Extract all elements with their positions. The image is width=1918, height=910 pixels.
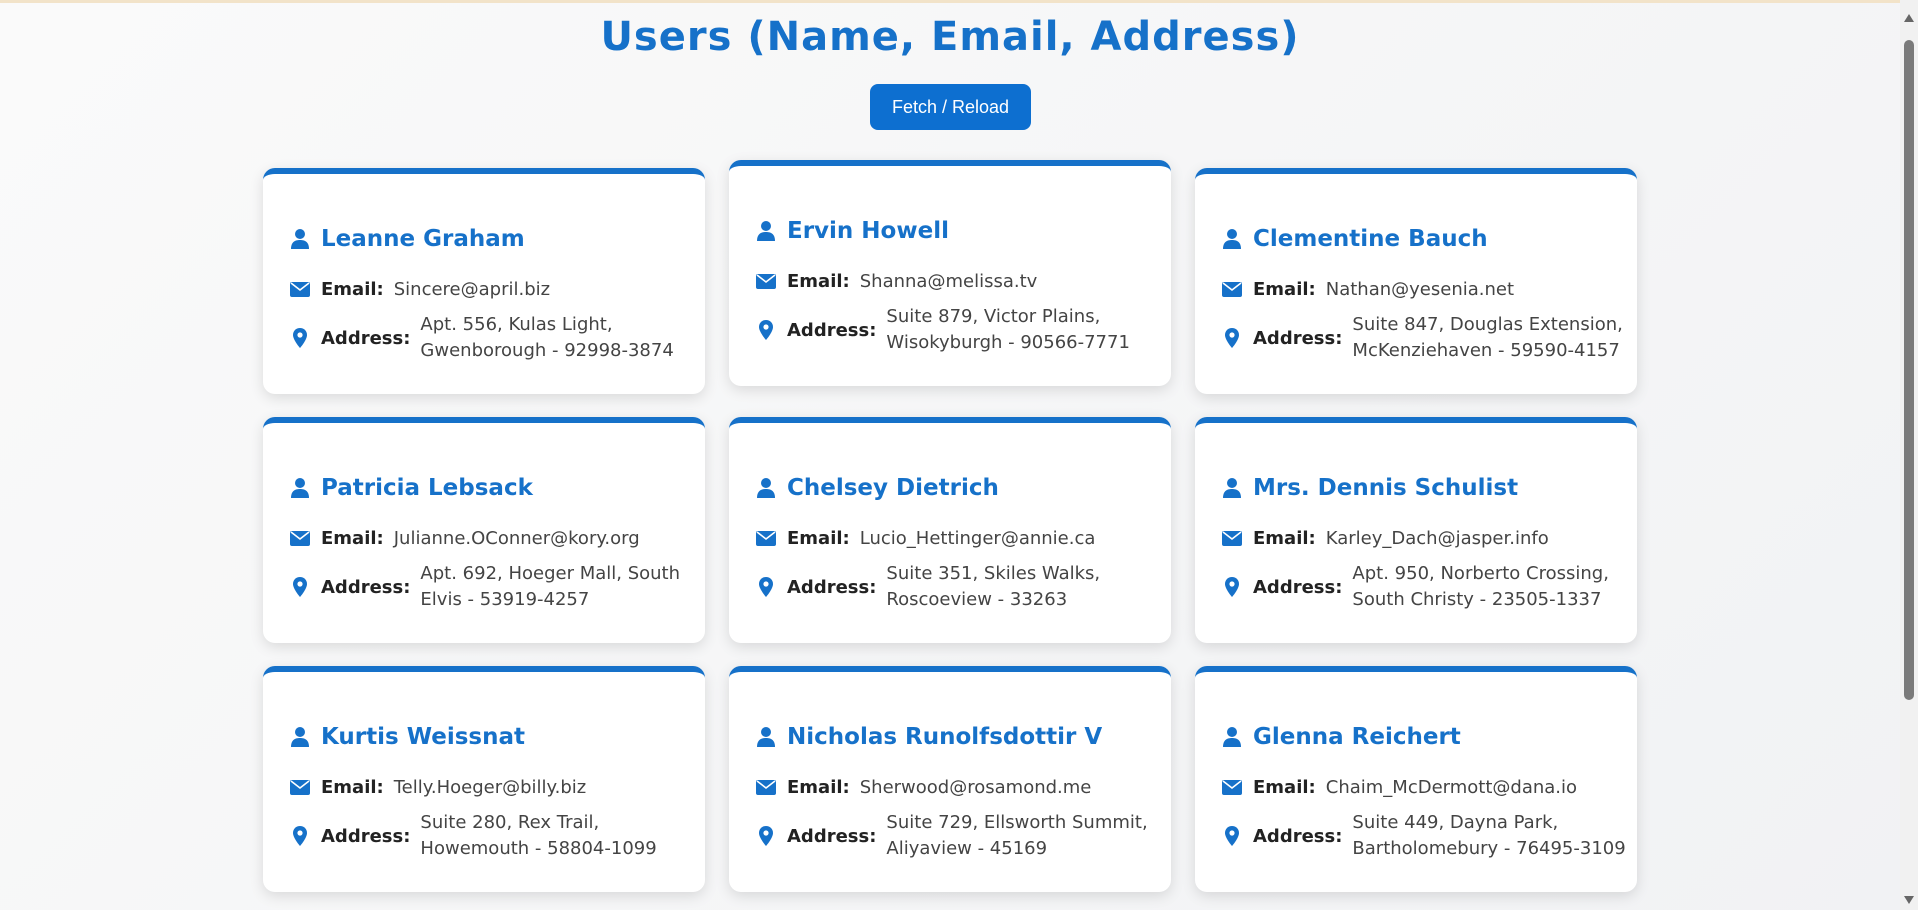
user-email: Lucio_Hettinger@annie.ca <box>859 527 1096 549</box>
address-label: Address: <box>787 576 877 598</box>
envelope-icon <box>289 527 311 549</box>
email-label: Email: <box>321 527 384 549</box>
person-icon <box>755 477 777 499</box>
user-email: Sincere@april.biz <box>393 278 551 300</box>
map-pin-icon <box>1221 576 1243 598</box>
envelope-icon <box>755 270 777 292</box>
person-icon <box>755 220 777 242</box>
envelope-icon <box>1221 776 1243 798</box>
address-label: Address: <box>321 327 411 349</box>
person-icon <box>289 228 311 250</box>
scroll-down-arrow-icon[interactable] <box>1904 896 1914 904</box>
user-address: Suite 351, Skiles Walks, Roscoeview - 33… <box>886 563 1101 610</box>
email-label: Email: <box>787 776 850 798</box>
user-name: Chelsey Dietrich <box>787 475 999 501</box>
person-icon <box>1221 726 1243 748</box>
address-label: Address: <box>1253 825 1343 847</box>
user-address: Suite 280, Rex Trail, Howemouth - 58804-… <box>420 812 657 859</box>
user-name: Patricia Lebsack <box>321 475 533 501</box>
fetch-reload-button[interactable]: Fetch / Reload <box>870 84 1031 130</box>
person-icon <box>1221 477 1243 499</box>
scroll-up-arrow-icon[interactable] <box>1904 14 1914 22</box>
user-address: Apt. 556, Kulas Light, Gwenborough - 929… <box>420 314 674 361</box>
user-email: Nathan@yesenia.net <box>1325 278 1515 300</box>
user-card: Ervin Howell Email: Shanna@melissa.tv Ad… <box>729 160 1171 386</box>
address-label: Address: <box>787 319 877 341</box>
map-pin-icon <box>755 319 777 341</box>
person-icon <box>1221 228 1243 250</box>
page-title: Users (Name, Email, Address) <box>600 14 1300 60</box>
map-pin-icon <box>289 327 311 349</box>
user-name: Mrs. Dennis Schulist <box>1253 475 1519 501</box>
envelope-icon <box>289 278 311 300</box>
user-name: Clementine Bauch <box>1253 226 1488 252</box>
user-address: Suite 847, Douglas Extension, McKenzieha… <box>1352 314 1623 361</box>
map-pin-icon <box>289 825 311 847</box>
user-card: Kurtis Weissnat Email: Telly.Hoeger@bill… <box>263 666 705 892</box>
user-email: Sherwood@rosamond.me <box>859 776 1092 798</box>
user-name: Nicholas Runolfsdottir V <box>787 724 1103 750</box>
email-label: Email: <box>321 278 384 300</box>
email-label: Email: <box>1253 776 1316 798</box>
scrollbar-thumb[interactable] <box>1904 40 1914 700</box>
map-pin-icon <box>1221 327 1243 349</box>
user-name: Leanne Graham <box>321 226 525 252</box>
person-icon <box>755 726 777 748</box>
envelope-icon <box>1221 527 1243 549</box>
address-label: Address: <box>1253 327 1343 349</box>
address-label: Address: <box>321 825 411 847</box>
email-label: Email: <box>1253 278 1316 300</box>
address-label: Address: <box>787 825 877 847</box>
email-label: Email: <box>787 527 850 549</box>
envelope-icon <box>1221 278 1243 300</box>
map-pin-icon <box>1221 825 1243 847</box>
map-pin-icon <box>755 825 777 847</box>
page: Users (Name, Email, Address) Fetch / Rel… <box>0 0 1900 910</box>
user-name: Kurtis Weissnat <box>321 724 526 750</box>
user-address: Apt. 950, Norberto Crossing, South Chris… <box>1352 563 1609 610</box>
user-card: Glenna Reichert Email: Chaim_McDermott@d… <box>1195 666 1637 892</box>
user-address: Suite 729, Ellsworth Summit, Aliyaview -… <box>886 812 1148 859</box>
envelope-icon <box>755 776 777 798</box>
address-label: Address: <box>321 576 411 598</box>
user-email: Chaim_McDermott@dana.io <box>1325 776 1578 798</box>
user-card: Mrs. Dennis Schulist Email: Karley_Dach@… <box>1195 417 1637 643</box>
person-icon <box>289 726 311 748</box>
user-card: Patricia Lebsack Email: Julianne.OConner… <box>263 417 705 643</box>
map-pin-icon <box>755 576 777 598</box>
envelope-icon <box>289 776 311 798</box>
user-card: Clementine Bauch Email: Nathan@yesenia.n… <box>1195 168 1637 394</box>
person-icon <box>289 477 311 499</box>
user-name: Ervin Howell <box>787 218 949 244</box>
user-card: Chelsey Dietrich Email: Lucio_Hettinger@… <box>729 417 1171 643</box>
user-card-grid: Leanne Graham Email: Sincere@april.biz A… <box>263 160 1639 910</box>
vertical-scrollbar[interactable] <box>1900 0 1918 910</box>
envelope-icon <box>755 527 777 549</box>
user-card: Leanne Graham Email: Sincere@april.biz A… <box>263 168 705 394</box>
user-email: Julianne.OConner@kory.org <box>393 527 640 549</box>
user-address: Suite 449, Dayna Park, Bartholomebury - … <box>1352 812 1626 859</box>
user-email: Shanna@melissa.tv <box>859 270 1038 292</box>
address-label: Address: <box>1253 576 1343 598</box>
email-label: Email: <box>1253 527 1316 549</box>
user-address: Suite 879, Victor Plains, Wisokyburgh - … <box>886 306 1130 353</box>
email-label: Email: <box>787 270 850 292</box>
user-address: Apt. 692, Hoeger Mall, South Elvis - 539… <box>420 563 681 610</box>
map-pin-icon <box>289 576 311 598</box>
user-email: Telly.Hoeger@billy.biz <box>393 776 587 798</box>
email-label: Email: <box>321 776 384 798</box>
user-email: Karley_Dach@jasper.info <box>1325 527 1549 549</box>
user-card: Nicholas Runolfsdottir V Email: Sherwood… <box>729 666 1171 892</box>
user-name: Glenna Reichert <box>1253 724 1461 750</box>
